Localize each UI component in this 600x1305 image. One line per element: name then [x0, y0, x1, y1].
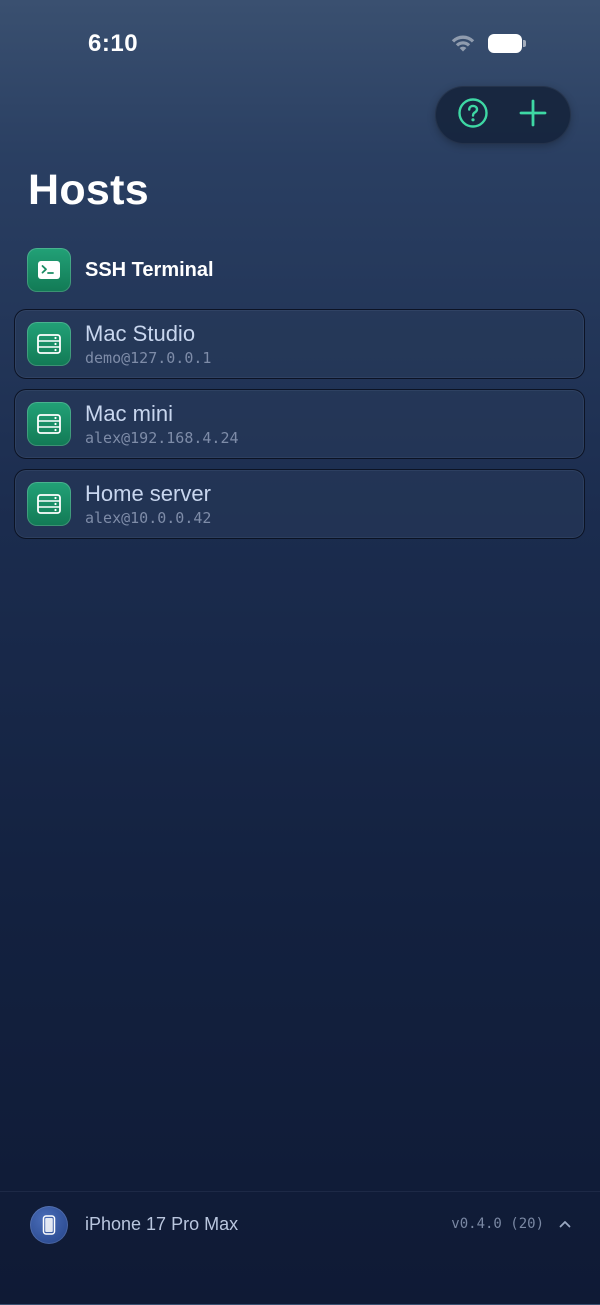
- help-button[interactable]: [451, 93, 495, 137]
- server-icon: [27, 482, 71, 526]
- plus-icon: [518, 98, 548, 133]
- host-text: Mac mini alex@192.168.4.24: [85, 401, 239, 448]
- host-name: Mac mini: [85, 400, 174, 426]
- device-name: iPhone 17 Pro Max: [85, 1214, 239, 1234]
- wifi-icon: [450, 33, 476, 53]
- host-item-home-server[interactable]: Home server alex@10.0.0.42: [14, 469, 585, 539]
- footer: iPhone 17 Pro Max v0.4.0 (20): [0, 1191, 600, 1305]
- ssh-terminal-label: SSH Terminal: [85, 258, 214, 281]
- question-circle-icon: [457, 97, 489, 134]
- status-bar: 6:10: [0, 0, 600, 90]
- add-host-button[interactable]: [511, 93, 555, 137]
- status-time: 6:10: [88, 30, 139, 57]
- status-icons: [450, 33, 526, 53]
- iphone-icon: [30, 1206, 68, 1244]
- host-text: Home server alex@10.0.0.42: [85, 481, 211, 528]
- ssh-terminal-item[interactable]: SSH Terminal: [27, 248, 214, 292]
- battery-icon: [488, 33, 526, 53]
- page-title: Hosts: [28, 166, 149, 214]
- version-label: v0.4.0 (20): [451, 1216, 544, 1232]
- host-name: Home server: [85, 480, 211, 506]
- host-name: Mac Studio: [85, 320, 196, 346]
- host-address: alex@10.0.0.42: [85, 508, 212, 527]
- host-item-mac-studio[interactable]: Mac Studio demo@127.0.0.1: [14, 309, 585, 379]
- chevron-up-icon[interactable]: [558, 1217, 572, 1231]
- server-icon: [27, 402, 71, 446]
- host-item-mac-mini[interactable]: Mac mini alex@192.168.4.24: [14, 389, 585, 459]
- host-address: alex@192.168.4.24: [85, 428, 239, 447]
- terminal-icon: [27, 248, 71, 292]
- host-text: Mac Studio demo@127.0.0.1: [85, 321, 211, 368]
- toolbar: [435, 86, 571, 144]
- server-icon: [27, 322, 71, 366]
- host-list: Mac Studio demo@127.0.0.1 Mac mini alex@…: [14, 309, 585, 549]
- screen: 6:10 Hosts SSH Terminal Mac Studio demo@…: [0, 0, 600, 1304]
- host-address: demo@127.0.0.1: [85, 348, 212, 367]
